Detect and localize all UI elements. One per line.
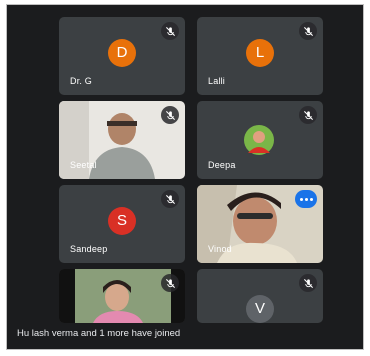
participant-tile-dr-g[interactable]: D Dr. G [59, 17, 185, 95]
participant-name: Lalli [208, 76, 226, 86]
participant-tile-vinod[interactable]: Vinod [197, 185, 323, 263]
participant-name: Vinod [208, 244, 232, 254]
mic-off-icon [161, 22, 179, 40]
participant-tile-deepa[interactable]: Deepa [197, 101, 323, 179]
participant-name: Sandeep [70, 244, 108, 254]
mic-off-icon [161, 190, 179, 208]
avatar: S [108, 206, 136, 235]
mic-off-icon [299, 274, 317, 292]
participant-tile-video-2[interactable] [59, 269, 185, 323]
mic-off-icon [161, 106, 179, 124]
participant-tile-v[interactable]: V [197, 269, 323, 323]
avatar: D [108, 38, 136, 67]
avatar [244, 125, 274, 155]
participant-name: Dr. G [70, 76, 93, 86]
mic-off-icon [299, 22, 317, 40]
join-notification: Hu lash verma and 1 more have joined [17, 328, 181, 339]
speaking-indicator-icon [295, 190, 317, 208]
meeting-grid: D Dr. G L Lalli Seetal Deepa S Sandeep V… [6, 4, 364, 350]
participant-name: Deepa [208, 160, 236, 170]
avatar: V [246, 295, 274, 323]
mic-off-icon [299, 106, 317, 124]
participant-tile-video[interactable]: Seetal [59, 101, 185, 179]
participant-tile-sandeep[interactable]: S Sandeep [59, 185, 185, 263]
avatar: L [246, 38, 274, 67]
mic-off-icon [161, 274, 179, 292]
participant-tile-lalli[interactable]: L Lalli [197, 17, 323, 95]
participant-name: Seetal [70, 160, 97, 170]
